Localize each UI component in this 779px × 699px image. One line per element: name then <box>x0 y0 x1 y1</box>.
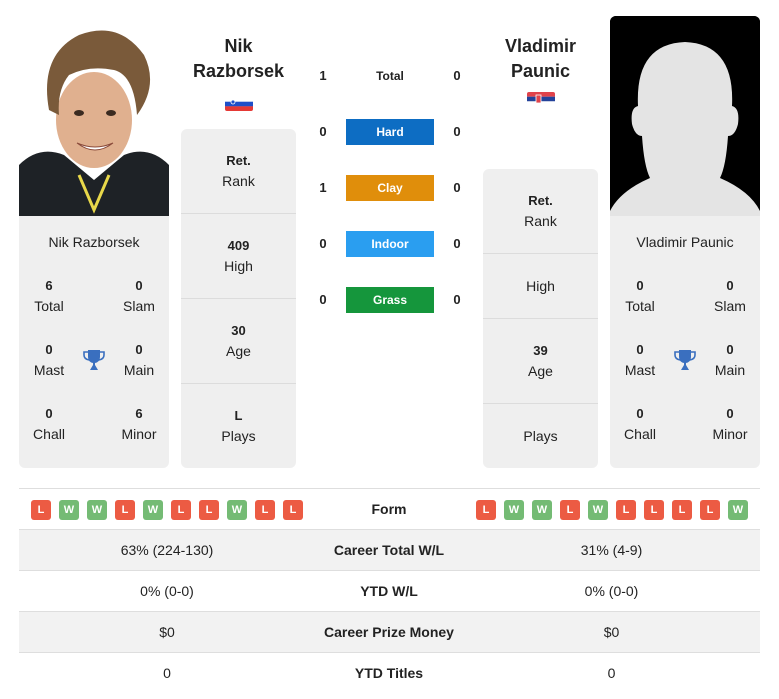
player2-masters-titles: 0 Mast <box>624 342 656 378</box>
h2h-p1-count: 0 <box>319 236 327 251</box>
player2-titles-card: Vladimir Paunic 0 Total 0 Slam 0 Mast 0 Main… <box>610 216 760 468</box>
player1-rank: Ret. Rank <box>181 129 296 214</box>
h2h-total-label: Total <box>376 69 404 83</box>
player1-full-name: Nik Razborsek <box>48 234 140 250</box>
form-loss-badge[interactable]: L <box>171 500 191 520</box>
trophy-icon <box>673 348 697 372</box>
player2-total-titles: 0 Total <box>625 278 655 314</box>
ytd-titles-label: YTD Titles <box>354 665 424 681</box>
player2-plays: Plays <box>523 428 558 444</box>
career-wl-label: Career Total W/L <box>333 542 445 558</box>
form-win-badge[interactable]: W <box>227 500 247 520</box>
player2-ytd-titles: 0 <box>607 665 616 681</box>
h2h-p2-count: 0 <box>453 292 461 307</box>
h2h-p2-count: 0 <box>453 236 461 251</box>
slovenia-flag-icon <box>225 97 253 111</box>
form-loss-badge[interactable]: L <box>644 500 664 520</box>
player1-career-wl: 63% (224-130) <box>120 542 214 558</box>
player1-age: 30 Age <box>181 299 296 384</box>
player2-main-titles: 0 Main <box>714 342 746 378</box>
form-loss-badge[interactable]: L <box>700 500 720 520</box>
surface-clay-button[interactable]: Clay <box>346 175 434 201</box>
form-win-badge[interactable]: W <box>588 500 608 520</box>
player1-minor-titles: 6 Minor <box>121 406 157 442</box>
form-loss-badge[interactable]: L <box>283 500 303 520</box>
player2-career-wl: 31% (4-9) <box>580 542 643 558</box>
ytd-wl-row: 0% (0-0) YTD W/L 0% (0-0) <box>19 570 760 611</box>
form-loss-badge[interactable]: L <box>115 500 135 520</box>
player2-photo-placeholder <box>610 16 760 216</box>
player1-slam-titles: 0 Slam <box>123 278 155 314</box>
player1-prize-money: $0 <box>159 624 175 640</box>
prize-money-label: Career Prize Money <box>324 624 454 640</box>
player1-ytd-wl: 0% (0-0) <box>140 583 194 599</box>
h2h-p1-count: 0 <box>319 292 327 307</box>
prize-money-row: $0 Career Prize Money $0 <box>19 611 760 652</box>
player2-challenger-titles: 0 Chall <box>624 406 656 442</box>
h2h-p1-count: 0 <box>319 124 327 139</box>
player1-masters-titles: 0 Mast <box>33 342 65 378</box>
player1-plays: L Plays <box>221 408 256 444</box>
player2-slam-titles: 0 Slam <box>714 278 746 314</box>
player2-form: LWWLWLLLLW <box>476 500 748 520</box>
h2h-grass-row: 0 Grass 0 <box>310 287 470 313</box>
form-label: Form <box>371 501 407 517</box>
player2-ytd-wl: 0% (0-0) <box>584 583 639 599</box>
surface-grass-button[interactable]: Grass <box>346 287 434 313</box>
h2h-clay-row: 1 Clay 0 <box>310 175 470 201</box>
player1-form: LWWLWLLWLL <box>31 500 303 520</box>
surface-hard-button[interactable]: Hard <box>346 119 434 145</box>
player1-photo <box>19 15 169 216</box>
serbia-flag-icon <box>527 92 555 106</box>
form-win-badge[interactable]: W <box>504 500 524 520</box>
player2-name[interactable]: Vladimir Paunic <box>483 34 598 84</box>
player2-age: 39 Age <box>483 319 598 404</box>
form-win-badge[interactable]: W <box>532 500 552 520</box>
h2h-p2-count: 0 <box>453 180 461 195</box>
surface-indoor-button[interactable]: Indoor <box>346 231 434 257</box>
form-win-badge[interactable]: W <box>59 500 79 520</box>
form-loss-badge[interactable]: L <box>199 500 219 520</box>
ytd-titles-row: 0 YTD Titles 0 <box>19 652 760 693</box>
player2-rank: Ret. Rank <box>483 169 598 254</box>
form-win-badge[interactable]: W <box>728 500 748 520</box>
form-win-badge[interactable]: W <box>143 500 163 520</box>
h2h-total-row: 1 Total 0 <box>310 63 470 89</box>
h2h-p2-count: 0 <box>453 124 461 139</box>
player1-name[interactable]: Nik Razborsek <box>181 34 296 84</box>
player2-prize-money: $0 <box>603 624 620 640</box>
player1-main-titles: 0 Main <box>123 342 155 378</box>
player1-ytd-titles: 0 <box>163 665 171 681</box>
form-row: LWWLWLLWLL Form LWWLWLLLLW <box>19 488 760 529</box>
form-loss-badge[interactable]: L <box>255 500 275 520</box>
form-loss-badge[interactable]: L <box>672 500 692 520</box>
form-loss-badge[interactable]: L <box>476 500 496 520</box>
trophy-icon <box>82 348 106 372</box>
player2-rank-card: Ret. Rank High 39 Age Plays <box>483 169 598 468</box>
player1-total-titles: 6 Total <box>34 278 64 314</box>
form-loss-badge[interactable]: L <box>560 500 580 520</box>
form-win-badge[interactable]: W <box>87 500 107 520</box>
player2-full-name: Vladimir Paunic <box>636 234 734 250</box>
form-loss-badge[interactable]: L <box>31 500 51 520</box>
form-loss-badge[interactable]: L <box>616 500 636 520</box>
ytd-wl-label: YTD W/L <box>360 583 418 599</box>
h2h-p1-count: 1 <box>319 68 327 83</box>
player1-challenger-titles: 0 Chall <box>33 406 65 442</box>
career-wl-row: 63% (224-130) Career Total W/L 31% (4-9) <box>19 529 760 570</box>
player1-rank-card: Ret. Rank 409 High 30 Age L Plays <box>181 129 296 468</box>
player1-high: 409 High <box>181 214 296 299</box>
h2h-p1-count: 1 <box>319 180 327 195</box>
h2h-indoor-row: 0 Indoor 0 <box>310 231 470 257</box>
player1-titles-card: Nik Razborsek 6 Total 0 Slam 0 Mast 0 Main 0… <box>19 216 169 468</box>
player2-high: High <box>483 254 598 319</box>
h2h-hard-row: 0 Hard 0 <box>310 119 470 145</box>
player2-minor-titles: 0 Minor <box>712 406 748 442</box>
h2h-p2-count: 0 <box>453 68 461 83</box>
